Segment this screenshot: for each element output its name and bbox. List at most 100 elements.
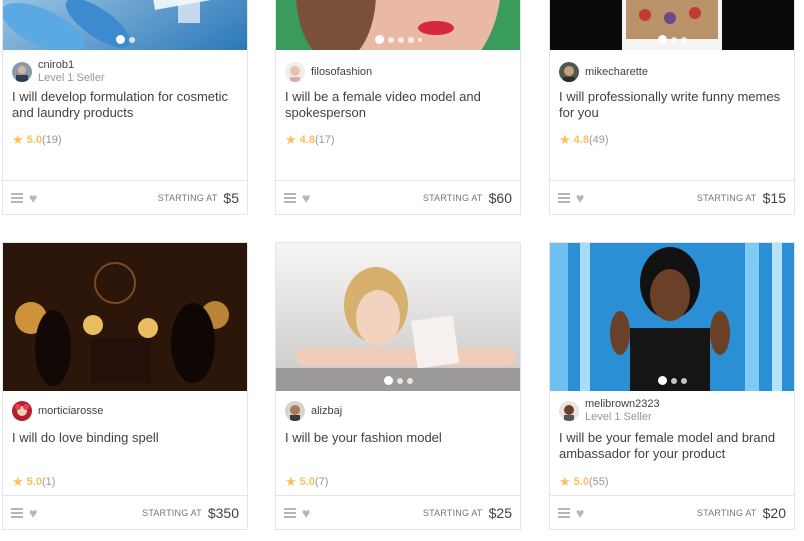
- carousel-dots[interactable]: [3, 35, 247, 45]
- seller-avatar[interactable]: [559, 401, 579, 421]
- rating-score: 5.0: [573, 475, 589, 488]
- star-icon: ★: [559, 474, 571, 489]
- rating-score: 4.8: [573, 133, 589, 146]
- carousel-dots[interactable]: [550, 376, 794, 386]
- seller-name[interactable]: alizbaj: [311, 405, 342, 418]
- seller-name[interactable]: morticiarosse: [38, 405, 103, 418]
- starting-at-label: STARTING AT: [422, 507, 483, 518]
- carousel-dot[interactable]: [115, 35, 125, 45]
- gig-footer: ♥ STARTING AT $5: [3, 180, 247, 214]
- gig-card[interactable]: alizbaj I will be your fashion model ★ 5…: [275, 242, 521, 530]
- gig-image: [3, 243, 247, 391]
- gig-title[interactable]: I will professionally write funny memes …: [559, 89, 784, 121]
- heart-icon[interactable]: ♥: [576, 191, 584, 205]
- review-count: (19): [41, 133, 62, 146]
- gig-title[interactable]: I will develop formulation for cosmetic …: [12, 89, 237, 121]
- gig-thumbnail[interactable]: [276, 0, 520, 50]
- list-icon[interactable]: [284, 192, 296, 203]
- starting-at-label: STARTING AT: [696, 192, 757, 203]
- list-icon[interactable]: [11, 507, 23, 518]
- rating-score: 4.8: [299, 133, 315, 146]
- review-count: (17): [314, 133, 335, 146]
- heart-icon[interactable]: ♥: [576, 506, 584, 520]
- carousel-dot[interactable]: [680, 36, 687, 43]
- seller-info: melibrown2323 Level 1 Seller: [559, 396, 660, 426]
- gig-title[interactable]: I will be a female video model and spoke…: [285, 89, 510, 121]
- gig-title[interactable]: I will do love binding spell: [12, 430, 237, 446]
- gig-thumbnail[interactable]: [3, 243, 247, 391]
- gig-thumbnail[interactable]: [550, 243, 794, 391]
- gig-price[interactable]: $60: [489, 190, 512, 206]
- seller-name[interactable]: filosofashion: [311, 66, 372, 79]
- carousel-dot[interactable]: [670, 377, 677, 384]
- rating-score: 5.0: [299, 475, 315, 488]
- gig-rating: ★ 5.0 (1): [12, 475, 55, 488]
- carousel-dot[interactable]: [670, 36, 677, 43]
- seller-info: filosofashion: [285, 57, 372, 87]
- starting-at-label: STARTING AT: [696, 507, 757, 518]
- gig-price[interactable]: $20: [763, 505, 786, 521]
- gig-rating: ★ 4.8 (17): [285, 133, 335, 146]
- seller-avatar[interactable]: [12, 62, 32, 82]
- seller-info: alizbaj: [285, 396, 342, 426]
- gig-title[interactable]: I will be your female model and brand am…: [559, 430, 784, 462]
- carousel-dot[interactable]: [383, 376, 393, 386]
- gig-thumbnail[interactable]: [550, 0, 794, 50]
- seller-avatar[interactable]: [12, 401, 32, 421]
- gig-image: [276, 243, 520, 391]
- heart-icon[interactable]: ♥: [302, 506, 310, 520]
- list-icon[interactable]: [284, 507, 296, 518]
- heart-icon[interactable]: ♥: [29, 191, 37, 205]
- seller-avatar[interactable]: [559, 62, 579, 82]
- carousel-dot[interactable]: [396, 377, 403, 384]
- carousel-dot[interactable]: [374, 35, 384, 45]
- gig-price[interactable]: $15: [763, 190, 786, 206]
- heart-icon[interactable]: ♥: [302, 191, 310, 205]
- seller-info: mikecharette: [559, 57, 648, 87]
- gig-footer: ♥ STARTING AT $20: [550, 495, 794, 529]
- carousel-dots[interactable]: [550, 35, 794, 45]
- gig-card[interactable]: melibrown2323 Level 1 Seller I will be y…: [549, 242, 795, 530]
- gig-price[interactable]: $5: [223, 190, 239, 206]
- carousel-dot[interactable]: [128, 36, 135, 43]
- rating-score: 5.0: [26, 475, 42, 488]
- carousel-dot[interactable]: [417, 37, 422, 42]
- review-count: (7): [314, 475, 329, 488]
- seller-level: Level 1 Seller: [38, 72, 105, 84]
- seller-name[interactable]: melibrown2323: [585, 398, 660, 411]
- seller-avatar[interactable]: [285, 401, 305, 421]
- list-icon[interactable]: [558, 507, 570, 518]
- star-icon: ★: [12, 132, 24, 147]
- starting-at-label: STARTING AT: [142, 507, 202, 518]
- gig-price[interactable]: $25: [489, 505, 512, 521]
- gig-card[interactable]: cnirob1 Level 1 Seller I will develop fo…: [2, 0, 248, 215]
- list-icon[interactable]: [558, 192, 570, 203]
- star-icon: ★: [559, 132, 571, 147]
- carousel-dot[interactable]: [680, 377, 687, 384]
- gig-rating: ★ 4.8 (49): [559, 133, 609, 146]
- carousel-dots[interactable]: [276, 35, 520, 45]
- gig-card[interactable]: mikecharette I will professionally write…: [549, 0, 795, 215]
- carousel-dot[interactable]: [407, 36, 414, 43]
- gig-title[interactable]: I will be your fashion model: [285, 430, 510, 446]
- gig-thumbnail[interactable]: [3, 0, 247, 50]
- gig-rating: ★ 5.0 (7): [285, 475, 328, 488]
- heart-icon[interactable]: ♥: [29, 506, 37, 520]
- carousel-dot[interactable]: [657, 35, 667, 45]
- seller-name[interactable]: mikecharette: [585, 66, 648, 79]
- seller-name[interactable]: cnirob1: [38, 59, 105, 72]
- gig-price[interactable]: $350: [208, 505, 239, 521]
- carousel-dot[interactable]: [657, 376, 667, 386]
- gig-thumbnail[interactable]: [276, 243, 520, 391]
- star-icon: ★: [285, 132, 297, 147]
- gig-footer: ♥ STARTING AT $15: [550, 180, 794, 214]
- list-icon[interactable]: [11, 192, 23, 203]
- carousel-dot[interactable]: [387, 36, 394, 43]
- carousel-dot[interactable]: [397, 36, 404, 43]
- gig-card[interactable]: morticiarosse I will do love binding spe…: [2, 242, 248, 530]
- seller-avatar[interactable]: [285, 62, 305, 82]
- carousel-dot[interactable]: [406, 377, 413, 384]
- gig-card[interactable]: filosofashion I will be a female video m…: [275, 0, 521, 215]
- carousel-dots[interactable]: [276, 376, 520, 386]
- star-icon: ★: [12, 474, 24, 489]
